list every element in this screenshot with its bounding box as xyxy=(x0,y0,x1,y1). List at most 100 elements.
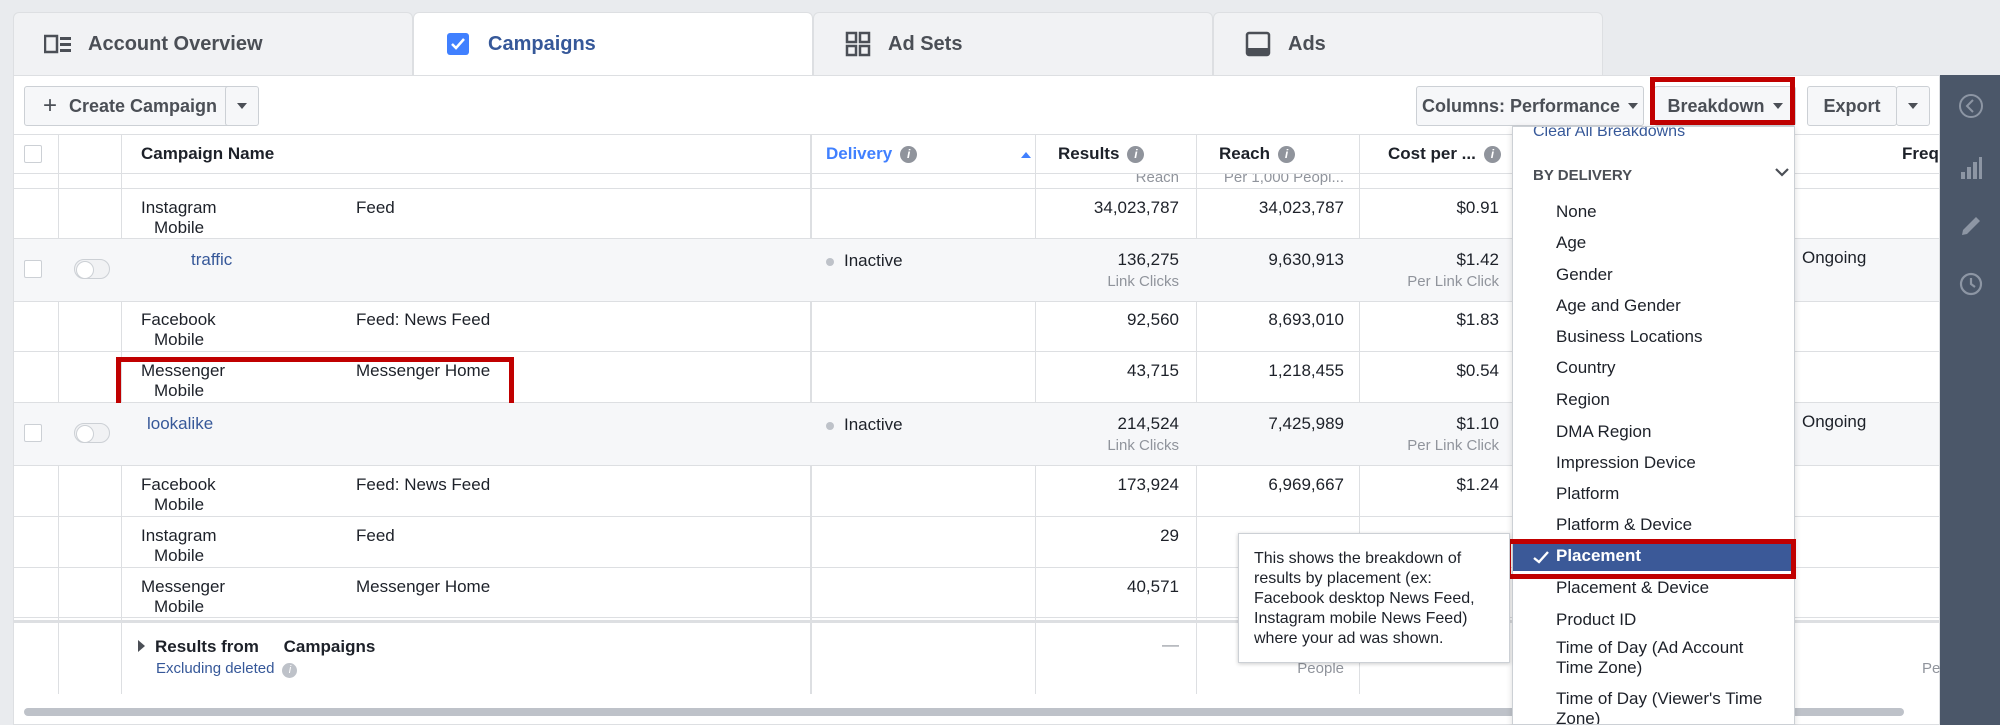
results-sub: Link Clicks xyxy=(1107,437,1179,454)
reach-value: 8,693,010 xyxy=(1268,310,1344,329)
grid-icon xyxy=(844,31,872,57)
cost-value: $1.24 xyxy=(1456,475,1499,494)
breakdown-option-platform[interactable]: Platform xyxy=(1513,479,1794,509)
tab-label: Ads xyxy=(1288,32,1326,55)
cost-value: $1.10 xyxy=(1456,414,1499,433)
cost-sub: Per Link Click xyxy=(1407,437,1499,454)
results-value: 34,023,787 xyxy=(1093,198,1179,217)
header-label: Freq xyxy=(1902,144,1939,163)
results-value: 214,524 xyxy=(1117,414,1179,433)
create-campaign-button[interactable]: + Create Campaign xyxy=(24,86,236,126)
column-header-name[interactable]: Campaign Name xyxy=(141,135,274,173)
placement: Feed: News Feed xyxy=(356,475,491,494)
column-header-reach[interactable]: Reach i xyxy=(1219,135,1296,173)
column-header-cost[interactable]: Cost per ... i xyxy=(1388,135,1501,173)
column-header-delivery[interactable]: Delivery i xyxy=(826,135,1031,173)
info-icon[interactable]: i xyxy=(1483,145,1501,163)
cost-value: $1.42 xyxy=(1456,250,1499,269)
checkbox-icon xyxy=(444,32,472,56)
export-button[interactable]: Export xyxy=(1807,86,1897,126)
tab-ads[interactable]: Ads xyxy=(1213,12,1603,75)
column-header-frequency[interactable]: Freq xyxy=(1902,135,1939,173)
delivery-status: Inactive xyxy=(826,251,903,271)
breakdown-option-region[interactable]: Region xyxy=(1513,385,1794,415)
chevron-down-icon xyxy=(237,103,247,109)
cost-value: $0.54 xyxy=(1456,361,1499,380)
header-label: Campaign Name xyxy=(141,144,275,163)
create-campaign-label: Create Campaign xyxy=(68,95,218,116)
results-sub: Link Clicks xyxy=(1107,273,1179,290)
breakdown-option-country[interactable]: Country xyxy=(1513,353,1794,383)
create-campaign-dropdown[interactable] xyxy=(225,86,259,126)
header-label: Cost per ... xyxy=(1388,144,1476,163)
columns-button[interactable]: Columns: Performance xyxy=(1416,86,1644,126)
header-label: Reach xyxy=(1219,144,1271,163)
chevron-down-icon xyxy=(1628,103,1639,109)
delivery-label: Inactive xyxy=(844,415,903,434)
cost-value: $1.83 xyxy=(1456,310,1499,329)
tab-campaigns[interactable]: Campaigns xyxy=(413,12,813,75)
columns-label: Columns: Performance xyxy=(1421,95,1621,116)
campaign-name-link[interactable]: lookalike xyxy=(147,414,213,434)
platform: Facebook xyxy=(141,310,216,329)
clear-breakdowns-link[interactable]: Clear All Breakdowns xyxy=(1533,127,1685,141)
placement-tooltip: This shows the breakdown of results by p… xyxy=(1238,533,1510,663)
campaign-toggle[interactable] xyxy=(74,259,110,279)
breakdown-option-platform-device[interactable]: Platform & Device xyxy=(1513,510,1794,540)
platform: Messenger xyxy=(141,577,226,596)
info-icon[interactable]: i xyxy=(1278,145,1296,163)
chevron-down-icon xyxy=(1908,103,1918,109)
device: Mobile xyxy=(154,546,205,565)
breakdown-option-age[interactable]: Age xyxy=(1513,228,1794,258)
chevron-down-icon[interactable] xyxy=(1775,165,1789,183)
tab-label: Account Overview xyxy=(88,32,263,55)
summary-label-text-2: Campaigns xyxy=(283,637,376,656)
results-value: 173,924 xyxy=(1117,475,1179,494)
right-rail xyxy=(1940,75,2000,725)
breakdown-option-product-id[interactable]: Product ID xyxy=(1513,605,1794,635)
excluding-deleted: Excluding deleted i xyxy=(156,659,298,679)
expand-icon[interactable] xyxy=(138,640,145,652)
info-icon[interactable]: i xyxy=(1127,145,1145,163)
breakdown-option-gender[interactable]: Gender xyxy=(1513,260,1794,290)
campaign-toggle[interactable] xyxy=(74,423,110,443)
info-icon[interactable]: i xyxy=(900,145,918,163)
breakdown-option-impression-device[interactable]: Impression Device xyxy=(1513,448,1794,478)
reach-value: 1,218,455 xyxy=(1268,361,1344,380)
summary-label-text: Results from xyxy=(155,637,259,656)
info-icon[interactable]: i xyxy=(282,662,298,678)
tab-account-overview[interactable]: Account Overview xyxy=(13,12,413,75)
breakdown-dropdown: Clear All Breakdowns BY DELIVERY None Ag… xyxy=(1512,126,1795,725)
select-all-checkbox[interactable] xyxy=(24,145,42,163)
export-dropdown[interactable] xyxy=(1896,86,1930,126)
campaign-name-link[interactable]: traffic xyxy=(191,250,232,270)
tab-ad-sets[interactable]: Ad Sets xyxy=(813,12,1213,75)
breakdown-option-dma-region[interactable]: DMA Region xyxy=(1513,417,1794,447)
breakdown-option-business-locations[interactable]: Business Locations xyxy=(1513,322,1794,352)
tab-label: Campaigns xyxy=(488,32,596,55)
summary-label[interactable]: Results from Campaigns xyxy=(138,637,375,657)
breakdown-option-time-of-day-viewer[interactable]: Time of Day (Viewer's Time Zone) xyxy=(1513,687,1794,724)
column-header-results[interactable]: Results i xyxy=(1058,135,1145,173)
row-checkbox[interactable] xyxy=(24,260,42,278)
device: Mobile xyxy=(154,330,205,349)
clock-icon[interactable] xyxy=(1958,271,1984,297)
reach-sub: Reach xyxy=(1135,174,1179,186)
pencil-icon[interactable] xyxy=(1958,213,1984,239)
row-checkbox[interactable] xyxy=(24,424,42,442)
breakdown-option-none[interactable]: None xyxy=(1513,197,1794,227)
chart-icon[interactable] xyxy=(1958,155,1984,181)
device: Mobile xyxy=(154,218,205,237)
tab-label: Ad Sets xyxy=(888,32,963,55)
breakdown-option-time-of-day-account[interactable]: Time of Day (Ad Account Time Zone) xyxy=(1513,636,1794,680)
device: Mobile xyxy=(154,597,205,616)
placement: Feed: News Feed xyxy=(356,310,491,329)
schedule-value: Ongoing xyxy=(1802,412,1867,431)
platform: Instagram xyxy=(141,198,217,217)
account-overview-icon xyxy=(44,32,72,56)
breakdown-option-age-gender[interactable]: Age and Gender xyxy=(1513,291,1794,321)
status-dot xyxy=(826,422,834,430)
header-label: Delivery xyxy=(826,144,893,163)
section-header: BY DELIVERY xyxy=(1533,167,1633,184)
collapse-icon[interactable] xyxy=(1958,93,1984,119)
